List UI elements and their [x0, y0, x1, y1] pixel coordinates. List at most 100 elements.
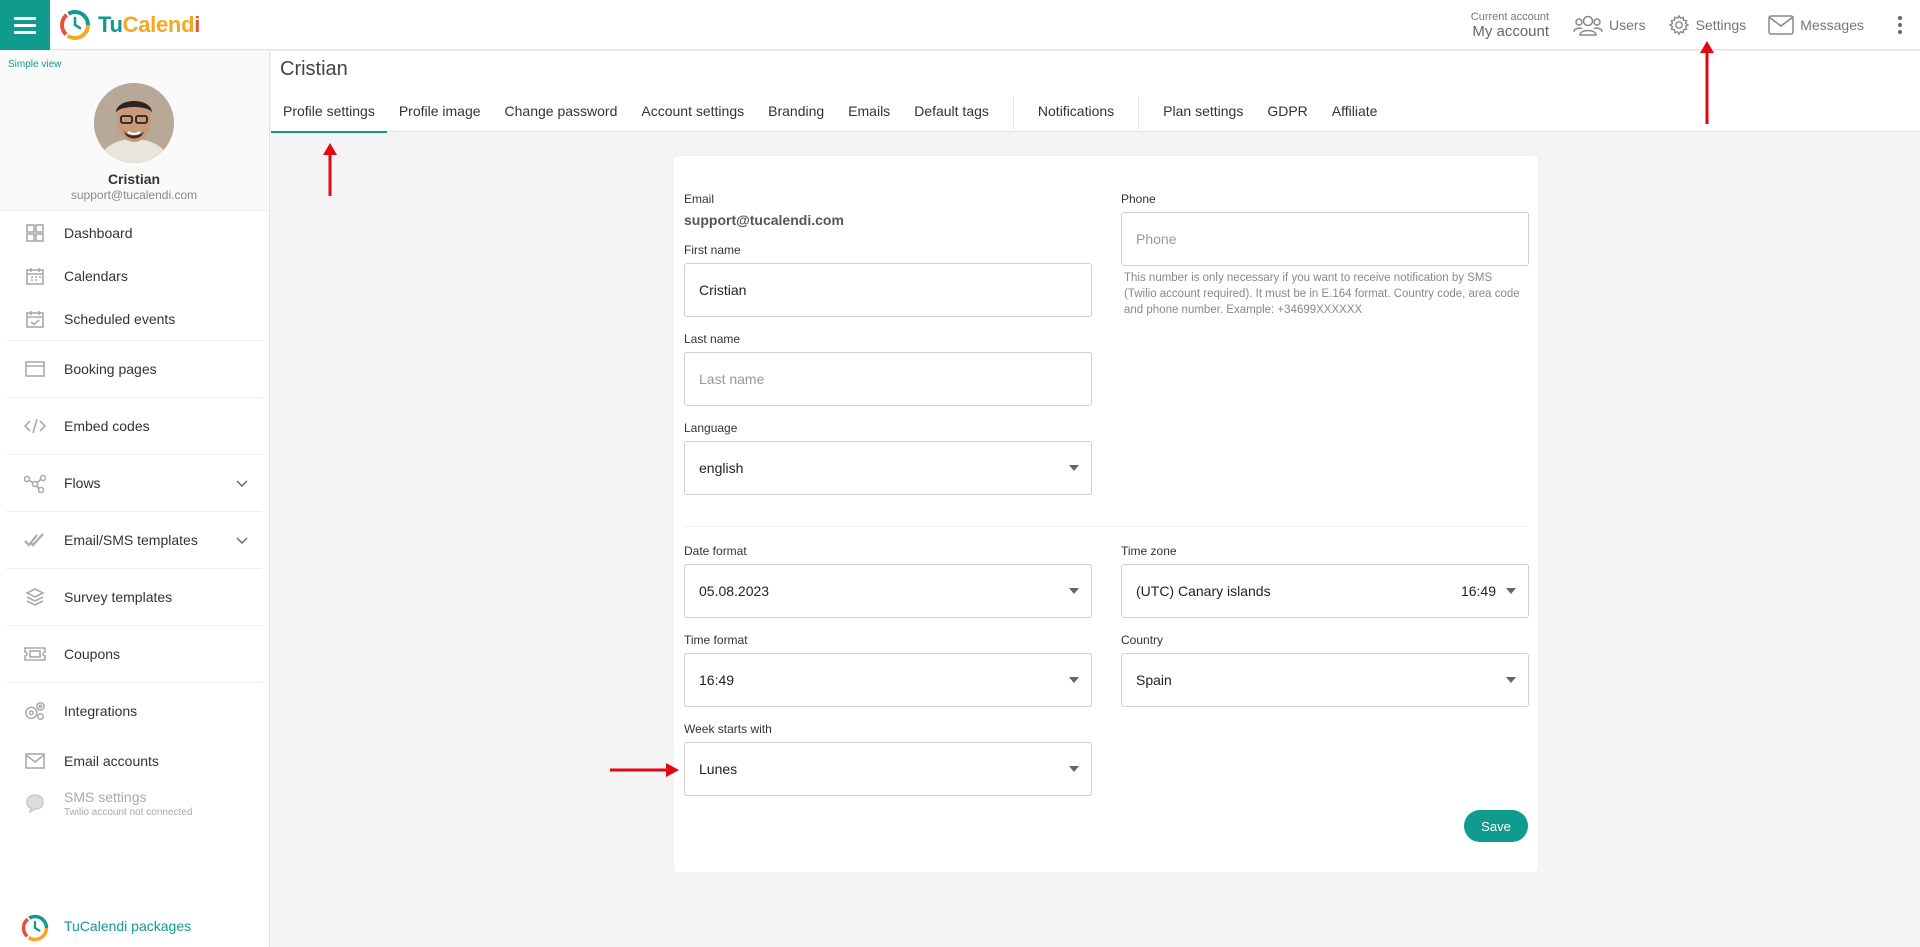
time-format-value: 16:49 [699, 672, 735, 688]
phone-field: Phone Phone This number is only necessar… [1121, 192, 1529, 318]
settings-tabs: Profile settings Profile image Change pa… [271, 89, 1390, 133]
sidebar-item-email-accounts[interactable]: Email accounts [0, 739, 268, 782]
last-name-input[interactable]: Last name [684, 352, 1092, 406]
time-zone-select[interactable]: (UTC) Canary islands 16:49 [1121, 564, 1529, 618]
sidebar-item-sms-settings[interactable]: SMS settings Twilio account not connecte… [0, 782, 268, 824]
envelope-icon [1768, 15, 1794, 35]
current-account-label: Current account [1470, 10, 1550, 23]
current-account-switch[interactable]: Current account My account [1470, 10, 1550, 40]
time-format-label: Time format [684, 633, 748, 647]
calendar-icon [24, 265, 46, 287]
email-field: Email support@tucalendi.com [684, 192, 844, 228]
flow-nodes-icon [24, 472, 46, 494]
app-name: TuCalendi [98, 12, 201, 37]
tucalendi-packages-link[interactable]: TuCalendi packages [0, 905, 268, 947]
users-nav-label: Users [1609, 17, 1646, 33]
sidebar-item-coupons[interactable]: Coupons [0, 626, 268, 682]
email-label: Email [684, 192, 715, 206]
first-name-field: First name Cristian [684, 243, 1092, 317]
current-account-name: My account [1472, 22, 1550, 40]
week-start-label: Week starts with [684, 722, 772, 736]
profile-settings-card: Email support@tucalendi.com First name C… [674, 156, 1538, 872]
sidebar-item-email-sms-templates[interactable]: Email/SMS templates [0, 512, 268, 568]
sidebar-item-survey-templates[interactable]: Survey templates [0, 569, 268, 625]
tab-emails[interactable]: Emails [836, 89, 902, 132]
sidebar-user-email: support@tucalendi.com [70, 188, 198, 202]
avatar[interactable] [94, 83, 174, 163]
country-select[interactable]: Spain [1121, 653, 1529, 707]
save-button[interactable]: Save [1464, 810, 1528, 842]
tab-divider [1012, 95, 1014, 130]
country-field: Country Spain [1121, 633, 1529, 707]
sidebar-item-calendars[interactable]: Calendars [0, 254, 268, 297]
gear-icon [1668, 14, 1689, 36]
time-zone-value: (UTC) Canary islands [1136, 583, 1271, 599]
time-format-select[interactable]: 16:49 [684, 653, 1092, 707]
sidebar-item-flows[interactable]: Flows [0, 455, 268, 511]
sidebar-profile: Simple view Cristian support@tucalendi.c… [0, 51, 268, 211]
tab-default-tags[interactable]: Default tags [902, 89, 1001, 132]
sidebar-item-label: Flows [64, 475, 101, 491]
hamburger-menu-button[interactable] [0, 0, 50, 50]
app-logo[interactable]: TuCalendi [58, 8, 200, 42]
sidebar-item-booking-pages[interactable]: Booking pages [0, 341, 268, 397]
caret-down-icon [1069, 465, 1079, 471]
annotation-arrow-up-icon [1700, 41, 1714, 124]
sidebar-item-dashboard[interactable]: Dashboard [0, 211, 268, 254]
tab-profile-image[interactable]: Profile image [387, 89, 493, 132]
more-options-icon[interactable] [1886, 16, 1914, 34]
phone-hint: This number is only necessary if you wan… [1124, 272, 1520, 316]
language-select[interactable]: english [684, 441, 1092, 495]
tab-affiliate[interactable]: Affiliate [1320, 89, 1390, 132]
tab-profile-settings[interactable]: Profile settings [271, 89, 387, 133]
sidebar-item-label: Booking pages [64, 361, 157, 377]
time-zone-field: Time zone (UTC) Canary islands 16:49 [1121, 544, 1529, 618]
time-zone-label: Time zone [1121, 544, 1177, 558]
section-divider [684, 526, 1528, 527]
last-name-label: Last name [684, 332, 741, 346]
sidebar-item-integrations[interactable]: Integrations [0, 683, 268, 739]
annotation-arrow-right-icon [610, 763, 679, 777]
gears-icon [24, 700, 46, 722]
ticket-icon [24, 643, 46, 665]
sidebar-item-label: Integrations [64, 703, 138, 719]
caret-down-icon [1506, 677, 1516, 683]
calendar-check-icon [24, 308, 46, 330]
tab-notifications[interactable]: Notifications [1026, 89, 1126, 132]
sidebar-item-embed-codes[interactable]: Embed codes [0, 398, 268, 454]
chevron-down-icon [236, 475, 248, 491]
top-bar: TuCalendi Current account My account Use… [0, 0, 1920, 50]
week-start-field: Week starts with Lunes [684, 722, 1092, 796]
tab-plan-settings[interactable]: Plan settings [1151, 89, 1255, 132]
tab-branding[interactable]: Branding [756, 89, 836, 132]
sidebar-item-label: Email accounts [64, 752, 159, 769]
caret-down-icon [1069, 766, 1079, 772]
caret-down-icon [1069, 588, 1079, 594]
simple-view-link[interactable]: Simple view [8, 59, 61, 70]
tab-gdpr[interactable]: GDPR [1255, 89, 1319, 132]
layers-icon [24, 586, 46, 608]
chat-bubble-icon [24, 792, 46, 814]
caret-down-icon [1069, 677, 1079, 683]
country-label: Country [1121, 633, 1164, 647]
tab-change-password[interactable]: Change password [493, 89, 630, 132]
week-start-select[interactable]: Lunes [684, 742, 1092, 796]
hamburger-icon [14, 15, 36, 36]
settings-nav-button[interactable]: Settings [1668, 14, 1746, 36]
messages-nav-label: Messages [1800, 17, 1864, 33]
language-field: Language english [684, 421, 1092, 495]
double-check-icon [24, 529, 46, 551]
messages-nav-button[interactable]: Messages [1768, 15, 1864, 35]
language-label: Language [684, 421, 738, 435]
tab-account-settings[interactable]: Account settings [629, 89, 756, 132]
date-format-select[interactable]: 05.08.2023 [684, 564, 1092, 618]
users-nav-button[interactable]: Users [1573, 14, 1646, 36]
sidebar-item-label: Coupons [64, 646, 121, 662]
browser-window-icon [24, 358, 46, 380]
first-name-input[interactable]: Cristian [684, 263, 1092, 317]
sidebar-item-scheduled-events[interactable]: Scheduled events [0, 297, 268, 340]
chevron-down-icon [236, 532, 248, 548]
phone-input[interactable]: Phone [1121, 212, 1529, 266]
annotation-arrow-up-icon [323, 143, 337, 196]
users-icon [1573, 15, 1603, 36]
